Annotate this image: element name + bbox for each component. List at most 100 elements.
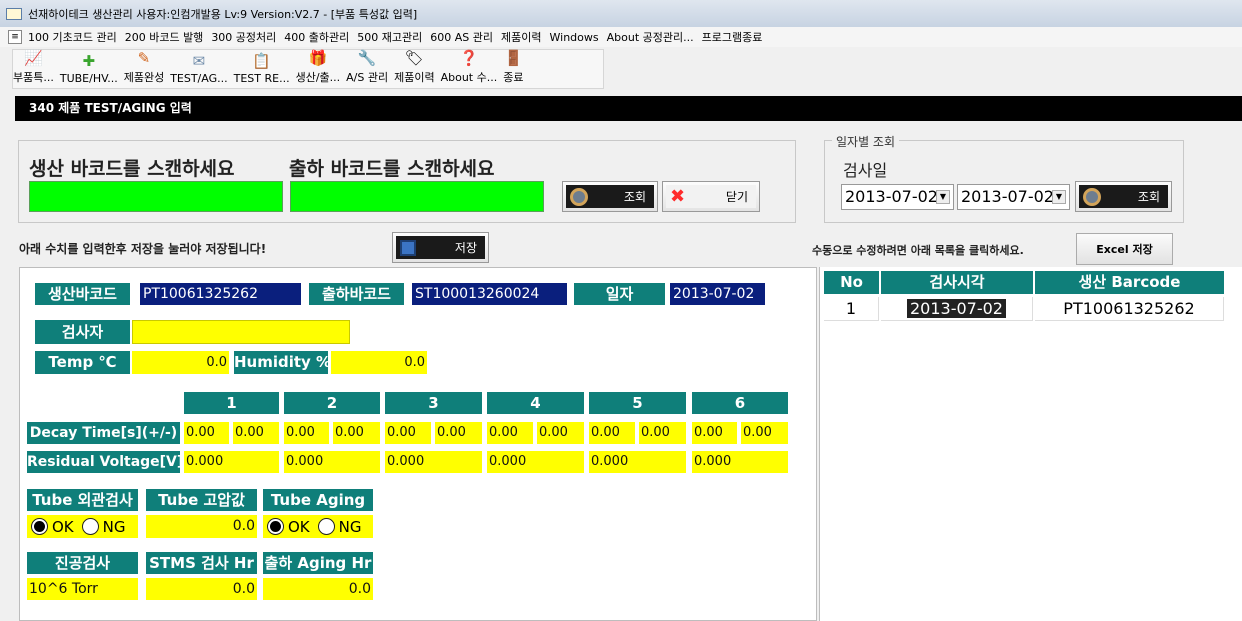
ship-barcode-value: ST100013260024 bbox=[412, 283, 567, 305]
decay-2-plus[interactable]: 0.00 bbox=[284, 422, 329, 444]
toolbar-btn-as-management[interactable]: 🔧 A/S 관리 bbox=[346, 49, 388, 85]
ok-label: OK bbox=[52, 517, 74, 536]
tube-visual-ok-radio[interactable] bbox=[31, 518, 48, 535]
excel-save-button[interactable]: Excel 저장 bbox=[1076, 233, 1173, 265]
toolbar-btn-exit[interactable]: 🚪 종료 bbox=[503, 49, 523, 85]
chevron-down-icon[interactable]: ▼ bbox=[1052, 190, 1066, 204]
prod-barcode-input[interactable] bbox=[29, 181, 283, 212]
toolbar-btn-about[interactable]: ❓ About 수... bbox=[441, 49, 498, 85]
toolbar-label: 생산/출... bbox=[295, 71, 341, 84]
decay-1-minus[interactable]: 0.00 bbox=[233, 422, 279, 444]
ship-aging-input[interactable]: 0.0 bbox=[263, 578, 373, 600]
plus-icon: ✚ bbox=[82, 52, 96, 70]
residual-3[interactable]: 0.000 bbox=[385, 451, 482, 473]
mdi-window-icon[interactable]: ≡ bbox=[8, 30, 22, 44]
residual-1[interactable]: 0.000 bbox=[184, 451, 279, 473]
residual-4[interactable]: 0.000 bbox=[487, 451, 584, 473]
toolbar-label: About 수... bbox=[440, 71, 498, 84]
app-folder-icon bbox=[6, 7, 22, 20]
prod-barcode-value: PT10061325262 bbox=[140, 283, 301, 305]
prod-barcode-label: 생산바코드 bbox=[35, 283, 130, 305]
toolbar-btn-production-shipping[interactable]: 🎁 생산/출... bbox=[296, 49, 341, 85]
decay-3-plus[interactable]: 0.00 bbox=[385, 422, 431, 444]
residual-5[interactable]: 0.000 bbox=[589, 451, 686, 473]
decay-time-label: Decay Time[s](+/-) bbox=[27, 422, 180, 444]
decay-2-minus[interactable]: 0.00 bbox=[333, 422, 380, 444]
decay-1-plus[interactable]: 0.00 bbox=[184, 422, 229, 444]
date-to-picker[interactable]: 2013-07-02 ▼ bbox=[957, 184, 1070, 210]
menu-exit-program[interactable]: 프로그램종료 bbox=[702, 29, 763, 45]
decay-5-plus[interactable]: 0.00 bbox=[589, 422, 635, 444]
col-header-1: 1 bbox=[184, 392, 279, 414]
menu-product-history[interactable]: 제품이력 bbox=[501, 29, 541, 45]
toolbar-btn-test-result[interactable]: 📋 TEST RE... bbox=[234, 52, 290, 85]
menu-inventory[interactable]: 500 재고관리 bbox=[357, 29, 422, 45]
date-label: 일자 bbox=[574, 283, 665, 305]
toolbar-btn-tube-hv[interactable]: ✚ TUBE/HV... bbox=[60, 52, 118, 85]
list-cell-time[interactable]: 2013-07-02 bbox=[881, 297, 1033, 321]
tube-aging-label: Tube Aging bbox=[263, 489, 373, 511]
prod-scan-label: 생산 바코드를 스캔하세요 bbox=[29, 158, 235, 180]
inspection-list: No 검사시각 생산 Barcode 1 2013-07-02 PT100613… bbox=[819, 267, 1242, 621]
menu-process[interactable]: 300 공정처리 bbox=[211, 29, 276, 45]
temp-input[interactable]: 0.0 bbox=[132, 351, 229, 374]
date-search-label: 조회 bbox=[1137, 190, 1160, 204]
floppy-disk-icon bbox=[400, 239, 416, 256]
list-cell-time-value: 2013-07-02 bbox=[907, 299, 1006, 318]
ship-barcode-input[interactable] bbox=[290, 181, 544, 212]
list-header-time: 검사시각 bbox=[881, 271, 1033, 294]
list-cell-barcode[interactable]: PT10061325262 bbox=[1035, 297, 1224, 321]
residual-2[interactable]: 0.000 bbox=[284, 451, 380, 473]
col-header-4: 4 bbox=[487, 392, 584, 414]
close-x-icon: ✖ bbox=[670, 186, 686, 207]
vacuum-input[interactable]: 10^6 Torr bbox=[27, 578, 138, 600]
test-aging-form: 생산바코드 PT10061325262 출하바코드 ST100013260024… bbox=[19, 267, 817, 621]
tube-visual-radio-group: OK NG bbox=[27, 515, 138, 538]
toolbar-btn-test-aging[interactable]: ✉ TEST/AG... bbox=[170, 52, 227, 85]
residual-6[interactable]: 0.000 bbox=[692, 451, 788, 473]
tube-aging-ok-radio[interactable] bbox=[267, 518, 284, 535]
menu-basic-code[interactable]: 100 기초코드 관리 bbox=[28, 29, 117, 45]
toolbar-btn-product-history[interactable]: 🏷 제품이력 bbox=[394, 49, 434, 85]
menu-barcode-issue[interactable]: 200 바코드 발행 bbox=[125, 29, 204, 45]
toolbar: 📈 부품특... ✚ TUBE/HV... ✎ 제품완성 ✉ TEST/AG... 📋 T… bbox=[12, 49, 604, 89]
date-search-button[interactable]: 조회 bbox=[1075, 181, 1172, 212]
toolbar-btn-part-characteristics[interactable]: 📈 부품특... bbox=[13, 49, 54, 85]
scan-search-button[interactable]: 조회 bbox=[562, 181, 658, 212]
toolbar-btn-product-complete[interactable]: ✎ 제품완성 bbox=[124, 49, 164, 85]
decay-6-minus[interactable]: 0.00 bbox=[741, 422, 788, 444]
title-bar: 선재하이테크 생산관리 사용자:인컴개발용 Lv:9 Version:V2.7 … bbox=[0, 0, 1242, 27]
humidity-input[interactable]: 0.0 bbox=[331, 351, 427, 374]
stms-input[interactable]: 0.0 bbox=[146, 578, 257, 600]
col-header-6: 6 bbox=[692, 392, 788, 414]
inspector-label: 검사자 bbox=[35, 320, 130, 344]
menu-as[interactable]: 600 AS 관리 bbox=[430, 29, 493, 45]
inspection-date-label: 검사일 bbox=[843, 161, 888, 180]
tube-visual-ng-radio[interactable] bbox=[81, 518, 99, 535]
date-from-picker[interactable]: 2013-07-02 ▼ bbox=[841, 184, 954, 210]
inspector-input[interactable] bbox=[132, 320, 350, 344]
decay-5-minus[interactable]: 0.00 bbox=[639, 422, 686, 444]
menu-about[interactable]: About 공정관리... bbox=[607, 29, 694, 45]
save-button[interactable]: 저장 bbox=[392, 232, 489, 263]
decay-3-minus[interactable]: 0.00 bbox=[435, 422, 482, 444]
edit-hint: 수동으로 수정하려면 아래 목록을 클릭하세요. bbox=[812, 244, 1024, 257]
menu-windows[interactable]: Windows bbox=[550, 31, 599, 44]
ng-label: NG bbox=[102, 517, 126, 536]
chevron-down-icon[interactable]: ▼ bbox=[936, 190, 950, 204]
decay-4-minus[interactable]: 0.00 bbox=[537, 422, 584, 444]
tube-hv-input[interactable]: 0.0 bbox=[146, 515, 257, 538]
close-label: 닫기 bbox=[725, 190, 748, 204]
humidity-label: Humidity % bbox=[234, 351, 328, 374]
window-title: 선재하이테크 생산관리 사용자:인컴개발용 Lv:9 Version:V2.7 … bbox=[28, 7, 418, 21]
toolbar-label: A/S 관리 bbox=[346, 71, 389, 84]
date-to-value: 2013-07-02 bbox=[961, 187, 1054, 206]
list-cell-no[interactable]: 1 bbox=[824, 297, 879, 321]
decay-4-plus[interactable]: 0.00 bbox=[487, 422, 533, 444]
mail-icon: ✉ bbox=[192, 52, 206, 70]
decay-6-plus[interactable]: 0.00 bbox=[692, 422, 737, 444]
menu-shipping[interactable]: 400 출하관리 bbox=[284, 29, 349, 45]
close-button[interactable]: ✖ 닫기 bbox=[662, 181, 760, 212]
wrench-icon: 🔧 bbox=[357, 49, 377, 67]
tube-aging-ng-radio[interactable] bbox=[317, 518, 335, 535]
